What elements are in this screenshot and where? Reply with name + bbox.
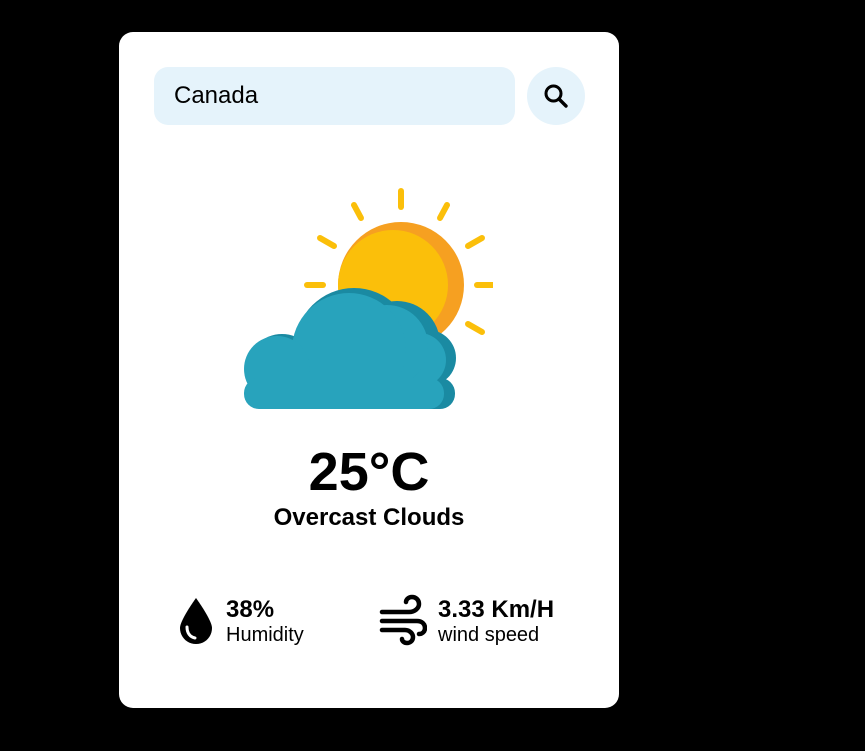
weather-card: 25°C Overcast Clouds 38% Humidity 3.33 K… — [119, 32, 619, 708]
sun-behind-cloud-icon — [244, 188, 493, 409]
humidity-label: Humidity — [226, 624, 304, 646]
wind-stat: 3.33 Km/H wind speed — [379, 594, 579, 650]
search-bar — [154, 67, 585, 125]
search-icon — [544, 84, 568, 108]
humidity-stat: 38% Humidity — [177, 594, 337, 650]
wind-icon — [379, 594, 427, 646]
search-button[interactable] — [527, 67, 585, 125]
wind-speed-label: wind speed — [438, 624, 540, 646]
temperature: 25°C — [308, 442, 430, 502]
search-input[interactable] — [154, 67, 515, 125]
wind-speed-value: 3.33 Km/H — [438, 596, 555, 623]
humidity-value: 38% — [226, 596, 275, 623]
water-drop-icon — [180, 598, 212, 644]
weather-description: Overcast Clouds — [273, 504, 465, 531]
